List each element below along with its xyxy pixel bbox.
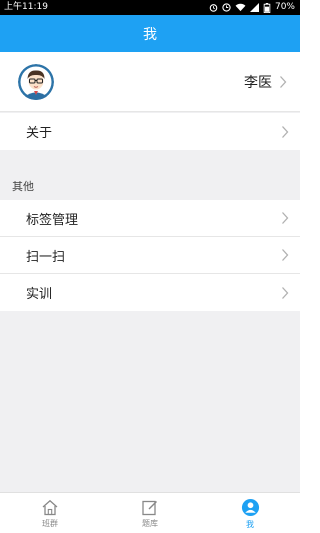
menu-item-label: 关于 [26, 126, 53, 141]
home-icon [42, 499, 58, 516]
page-title: 我 [143, 26, 157, 43]
nav-tab-label: 班群 [42, 519, 58, 528]
status-bar: 上午11:19 70% [0, 0, 300, 15]
avatar-illustration-icon [18, 63, 54, 100]
edit-icon [142, 500, 157, 516]
status-time: 上午11:19 [4, 2, 48, 12]
bottom-nav: 班群 题库 我 [0, 492, 300, 533]
menu-item-training[interactable]: 实训 [0, 274, 300, 311]
nav-tab-label: 我 [246, 520, 254, 529]
me-screen: 上午11:19 70% 我 李医 关于 其他 标签管理 扫一扫 实训 班群 题库… [0, 0, 300, 533]
wifi-icon [235, 3, 246, 12]
profile-row[interactable]: 李医 [0, 52, 300, 112]
battery-level: 70% [274, 2, 295, 12]
menu-item-tag-management[interactable]: 标签管理 [0, 200, 300, 237]
chevron-right-icon [282, 212, 289, 224]
chevron-right-icon [282, 125, 289, 138]
menu-item-scan[interactable]: 扫一扫 [0, 237, 300, 274]
nav-tab-label: 题库 [142, 519, 158, 528]
menu-item-label: 扫一扫 [26, 249, 66, 265]
avatar [18, 63, 54, 100]
battery-icon [263, 2, 271, 13]
nav-tab-question-bank[interactable]: 题库 [100, 493, 200, 533]
alarm-icon [209, 4, 218, 12]
menu-item-label: 实训 [26, 287, 53, 302]
chevron-right-icon [280, 75, 287, 88]
clock-icon [222, 3, 231, 12]
person-icon [241, 498, 259, 517]
signal-icon [249, 3, 259, 12]
menu-item-about[interactable]: 关于 [0, 113, 300, 150]
chevron-right-icon [282, 249, 289, 261]
app-header: 我 [0, 15, 300, 52]
menu-item-label: 标签管理 [26, 212, 79, 228]
status-icons: 70% [209, 0, 295, 15]
nav-tab-class-group[interactable]: 班群 [0, 493, 100, 533]
nav-tab-me[interactable]: 我 [200, 493, 300, 533]
section-header-other: 其他 [12, 180, 34, 193]
profile-name: 李医 [244, 74, 272, 91]
chevron-right-icon [282, 286, 289, 299]
